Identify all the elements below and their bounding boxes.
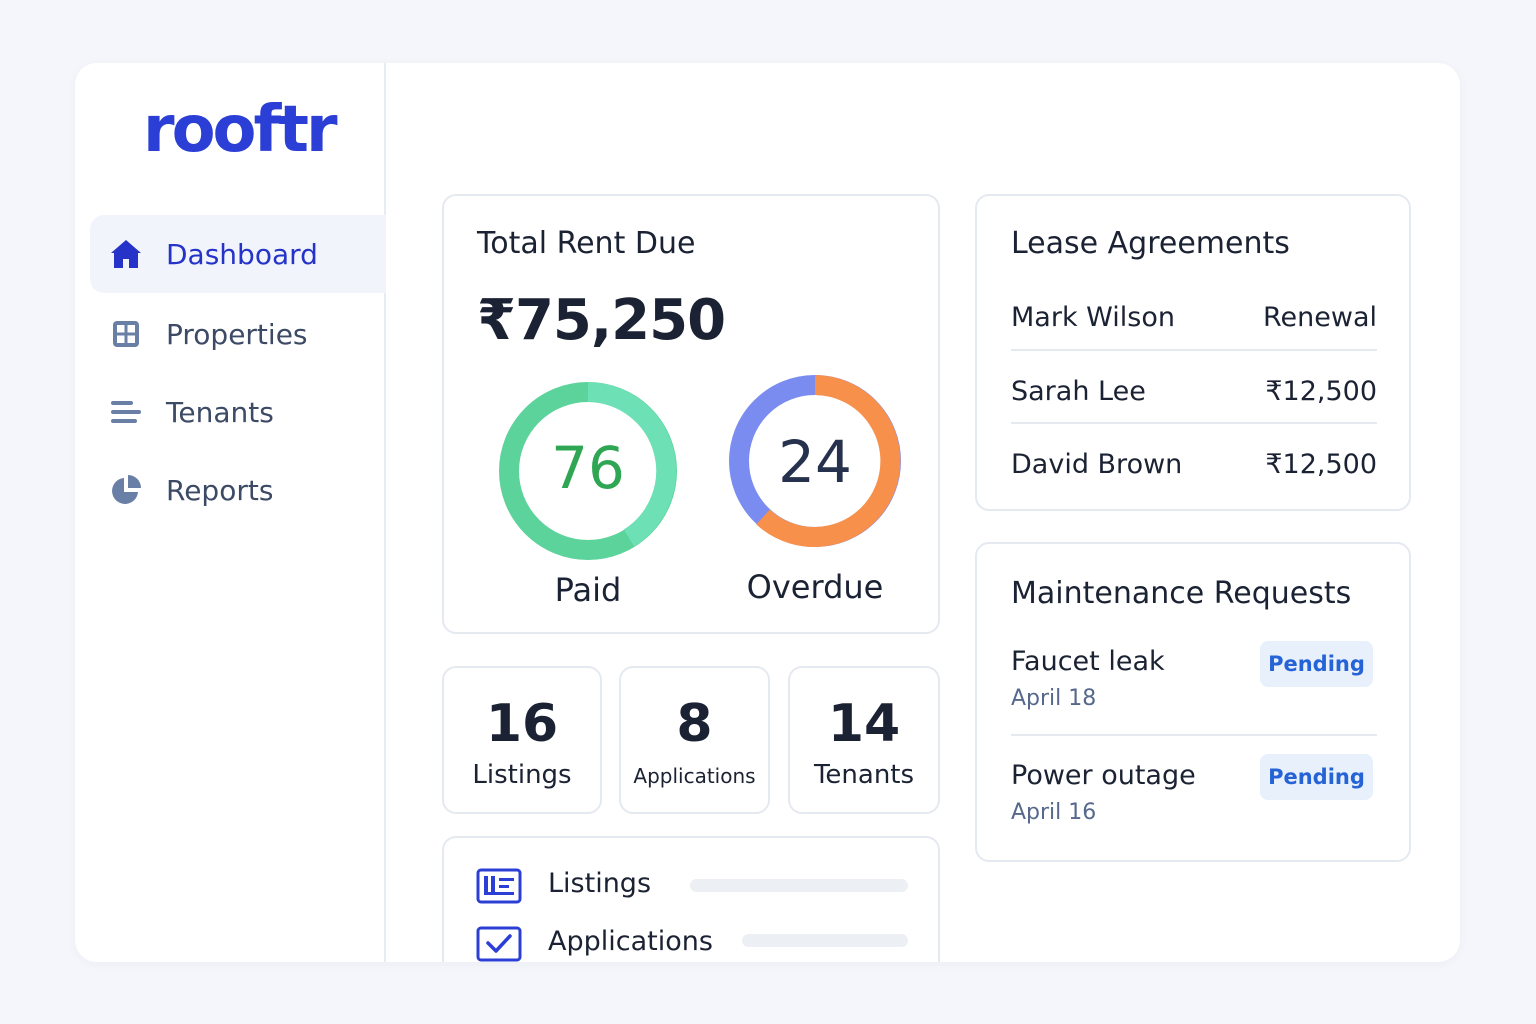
paid-ring: 76 — [499, 382, 677, 560]
lease-value: ₹12,500 — [1265, 376, 1377, 407]
overdue-ring: 24 — [728, 374, 902, 548]
request-date: April 18 — [1011, 686, 1097, 711]
lease-title: Lease Agreements — [1011, 226, 1290, 261]
status-badge[interactable]: Pending — [1260, 641, 1373, 687]
status-badge[interactable]: Pending — [1260, 754, 1373, 800]
stat-tenants-card[interactable]: 14 Tenants — [788, 666, 940, 814]
progress-label: Applications — [548, 926, 713, 957]
stat-label: Tenants — [813, 760, 915, 790]
lease-row[interactable]: David Brown ₹12,500 — [1011, 429, 1377, 503]
divider — [1011, 422, 1377, 424]
sidebar-item-label: Properties — [166, 317, 308, 351]
sidebar-item-label: Reports — [166, 473, 274, 507]
request-title[interactable]: Faucet leak — [1011, 646, 1165, 677]
sidebar-item-label: Dashboard — [166, 237, 318, 271]
progress-row-applications[interactable]: Applications — [476, 926, 908, 962]
progress-row-listings[interactable]: Listings — [476, 868, 908, 908]
divider — [1011, 734, 1377, 736]
list-icon — [108, 394, 144, 430]
rent-due-card: Total Rent Due ₹75,250 76 Paid 24 Overdu… — [442, 194, 940, 634]
paid-value: 76 — [551, 434, 625, 502]
lease-tenant-name: David Brown — [1011, 449, 1183, 480]
maintenance-title: Maintenance Requests — [1011, 576, 1352, 611]
progress-track — [742, 934, 908, 947]
divider — [1011, 349, 1377, 351]
lease-agreements-card: Lease Agreements Mark Wilson Renewal Sar… — [975, 194, 1411, 511]
pie-chart-icon — [108, 472, 144, 508]
progress-card: Listings Applications — [442, 836, 940, 962]
stat-number: 8 — [676, 694, 713, 754]
lease-tenant-name: Sarah Lee — [1011, 376, 1146, 407]
lease-value: ₹12,500 — [1265, 449, 1377, 480]
home-icon — [108, 236, 144, 272]
rent-due-title: Total Rent Due — [477, 226, 696, 261]
stat-applications-card[interactable]: 8 Applications — [619, 666, 770, 814]
checkbox-icon — [476, 926, 522, 962]
sidebar: rooftr Dashboard Properties Tenants Repo… — [75, 63, 386, 962]
progress-label: Listings — [548, 868, 652, 899]
brand-logo[interactable]: rooftr — [143, 93, 337, 167]
overdue-label: Overdue — [746, 568, 884, 606]
lease-value: Renewal — [1262, 302, 1377, 333]
overdue-value: 24 — [778, 428, 852, 496]
lease-row[interactable]: Mark Wilson Renewal — [1011, 282, 1377, 356]
rent-due-amount: ₹75,250 — [477, 288, 726, 353]
stat-label: Listings — [472, 760, 572, 790]
request-date: April 16 — [1011, 800, 1097, 825]
stat-label: Applications — [633, 764, 756, 788]
newspaper-icon — [476, 868, 522, 904]
sidebar-item-tenants[interactable]: Tenants — [90, 373, 386, 451]
app-window: rooftr Dashboard Properties Tenants Repo… — [75, 63, 1460, 962]
main-content: Total Rent Due ₹75,250 76 Paid 24 Overdu… — [388, 63, 1460, 962]
sidebar-item-dashboard[interactable]: Dashboard — [90, 215, 386, 293]
paid-label: Paid — [554, 571, 622, 609]
progress-track — [690, 879, 908, 892]
request-title[interactable]: Power outage — [1011, 760, 1196, 791]
grid-icon — [108, 316, 144, 352]
sidebar-item-reports[interactable]: Reports — [90, 451, 386, 529]
stat-number: 16 — [485, 694, 559, 754]
stat-listings-card[interactable]: 16 Listings — [442, 666, 602, 814]
lease-row[interactable]: Sarah Lee ₹12,500 — [1011, 356, 1377, 430]
maintenance-requests-card: Maintenance Requests Faucet leak April 1… — [975, 542, 1411, 862]
sidebar-item-properties[interactable]: Properties — [90, 295, 386, 373]
stat-number: 14 — [827, 694, 901, 754]
sidebar-item-label: Tenants — [166, 395, 274, 429]
lease-tenant-name: Mark Wilson — [1011, 302, 1175, 333]
